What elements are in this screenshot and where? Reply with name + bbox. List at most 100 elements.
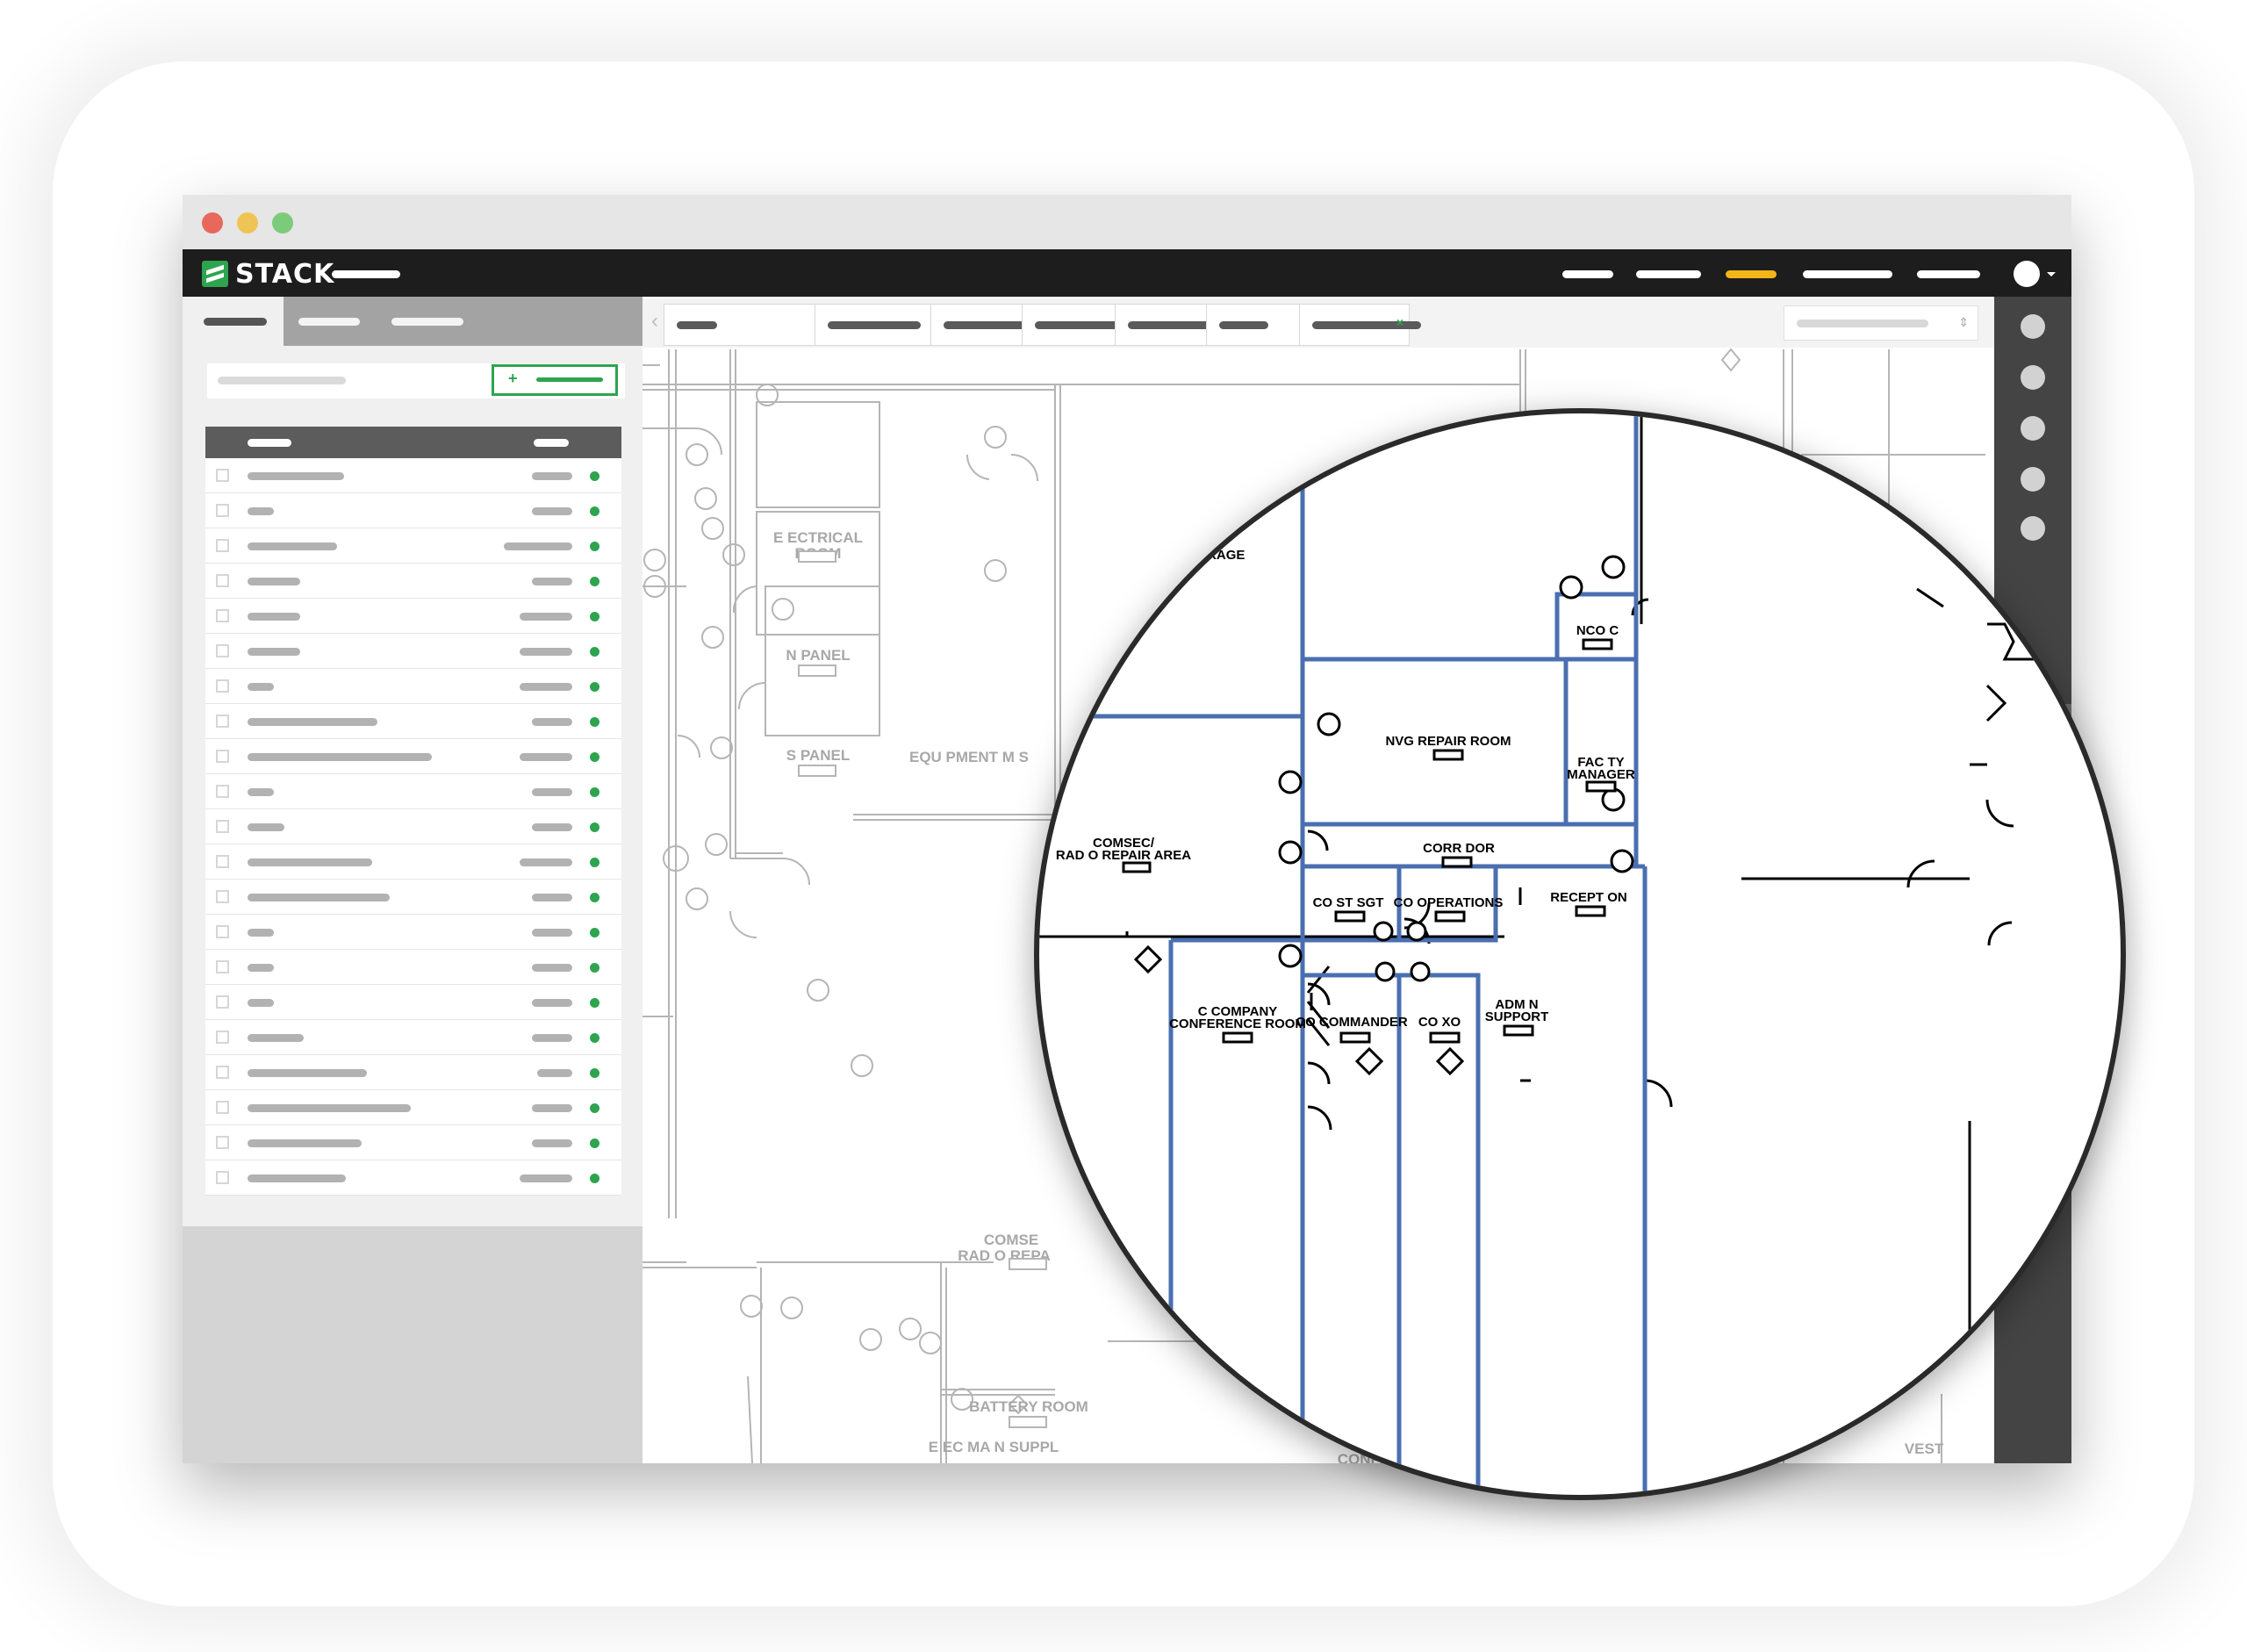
table-row[interactable] — [205, 1125, 621, 1160]
brand-name: STACK — [235, 258, 335, 290]
row-value — [520, 1174, 572, 1182]
table-row[interactable] — [205, 704, 621, 739]
row-checkbox[interactable] — [216, 1171, 229, 1184]
column-header-value[interactable] — [534, 439, 569, 447]
table-row[interactable] — [205, 880, 621, 915]
tool-button-1[interactable] — [2021, 314, 2045, 339]
nav-item-1[interactable] — [1562, 270, 1613, 278]
row-checkbox[interactable] — [216, 1066, 229, 1079]
row-checkbox[interactable] — [216, 1031, 229, 1044]
add-item-button[interactable]: + — [492, 364, 618, 396]
room-co-xo: CO XO — [1418, 1015, 1461, 1030]
row-checkbox[interactable] — [216, 960, 229, 973]
status-dot — [590, 963, 599, 973]
table-row[interactable] — [205, 950, 621, 985]
tool-button-3[interactable] — [2021, 416, 2045, 441]
table-row[interactable] — [205, 1160, 621, 1196]
table-row[interactable] — [205, 774, 621, 809]
row-checkbox[interactable] — [216, 890, 229, 903]
status-dot — [590, 1174, 599, 1183]
window-close-button[interactable] — [202, 212, 223, 233]
window-minimize-button[interactable] — [237, 212, 258, 233]
sheet-tab[interactable] — [664, 304, 830, 346]
row-name — [248, 1069, 367, 1077]
table-row[interactable] — [205, 809, 621, 844]
row-checkbox[interactable] — [216, 750, 229, 763]
status-dot — [590, 717, 599, 727]
row-checkbox[interactable] — [216, 539, 229, 552]
status-dot — [590, 928, 599, 937]
close-tab-icon[interactable]: × — [1396, 315, 1403, 329]
row-checkbox[interactable] — [216, 679, 229, 693]
row-checkbox[interactable] — [216, 1101, 229, 1114]
row-checkbox[interactable] — [216, 574, 229, 587]
row-checkbox[interactable] — [216, 995, 229, 1009]
table-row[interactable] — [205, 1020, 621, 1055]
window-maximize-button[interactable] — [272, 212, 293, 233]
sheet-tab[interactable]: × — [1299, 304, 1421, 346]
row-value — [532, 718, 572, 726]
nav-item-active[interactable] — [1726, 270, 1777, 278]
sidebar-tab-active[interactable] — [183, 297, 284, 346]
sheet-tabs-bar: ‹ ×××××× › ⇕ — [643, 298, 1994, 348]
room-reception: RECEPT ON — [1550, 890, 1627, 905]
row-value — [537, 1069, 572, 1077]
row-value — [520, 753, 572, 761]
row-checkbox[interactable] — [216, 644, 229, 657]
project-name[interactable] — [332, 270, 400, 278]
table-row[interactable] — [205, 458, 621, 493]
row-checkbox[interactable] — [216, 504, 229, 517]
bg-room-equipment: EQU PMENT M S — [909, 749, 1029, 765]
row-checkbox[interactable] — [216, 855, 229, 868]
tool-button-5[interactable] — [2021, 516, 2045, 541]
status-dot — [590, 1033, 599, 1043]
row-name — [248, 472, 344, 480]
floor-plan-zoomed: EQU PMENT M SC STORAGE NCO C NVG REPAIR … — [1039, 413, 2077, 1495]
table-row[interactable] — [205, 915, 621, 950]
table-row[interactable] — [205, 739, 621, 774]
sheet-tab[interactable]: × — [815, 304, 946, 346]
chevron-left-icon[interactable]: ‹ — [651, 309, 658, 334]
row-value — [532, 823, 572, 831]
table-row[interactable] — [205, 985, 621, 1020]
stack-logo[interactable]: STACK — [202, 258, 335, 290]
chevron-down-icon[interactable] — [2047, 272, 2056, 277]
bg-room-n-panel: N PANEL — [786, 647, 850, 664]
row-checkbox[interactable] — [216, 785, 229, 798]
bg-room-vest: VEST — [1905, 1440, 1944, 1457]
row-checkbox[interactable] — [216, 820, 229, 833]
table-row[interactable] — [205, 844, 621, 880]
row-value — [532, 1104, 572, 1112]
row-name — [248, 613, 300, 621]
row-value — [532, 999, 572, 1007]
row-value — [532, 1139, 572, 1147]
row-checkbox[interactable] — [216, 469, 229, 482]
status-dot — [590, 612, 599, 621]
nav-item-4[interactable] — [1803, 270, 1892, 278]
row-checkbox[interactable] — [216, 715, 229, 728]
user-avatar[interactable] — [2014, 261, 2040, 287]
sidebar-tab-3[interactable] — [391, 318, 463, 326]
table-row[interactable] — [205, 1090, 621, 1125]
row-checkbox[interactable] — [216, 609, 229, 622]
takeoff-table — [205, 427, 621, 1196]
row-checkbox[interactable] — [216, 1136, 229, 1149]
table-row[interactable] — [205, 528, 621, 564]
table-row[interactable] — [205, 1055, 621, 1090]
sheet-select[interactable]: ⇕ — [1784, 305, 1978, 341]
tool-button-2[interactable] — [2021, 365, 2045, 390]
table-row[interactable] — [205, 599, 621, 634]
table-row[interactable] — [205, 493, 621, 528]
column-header-name[interactable] — [248, 439, 291, 447]
table-row[interactable] — [205, 634, 621, 669]
row-name — [248, 578, 300, 585]
room-co-commander: CO COMMANDER — [1296, 1015, 1408, 1030]
row-checkbox[interactable] — [216, 925, 229, 938]
table-row[interactable] — [205, 669, 621, 704]
row-value — [520, 858, 572, 866]
tool-button-4[interactable] — [2021, 467, 2045, 492]
sidebar-tab-2[interactable] — [298, 318, 360, 326]
nav-item-5[interactable] — [1917, 270, 1980, 278]
table-row[interactable] — [205, 564, 621, 599]
nav-item-2[interactable] — [1636, 270, 1701, 278]
